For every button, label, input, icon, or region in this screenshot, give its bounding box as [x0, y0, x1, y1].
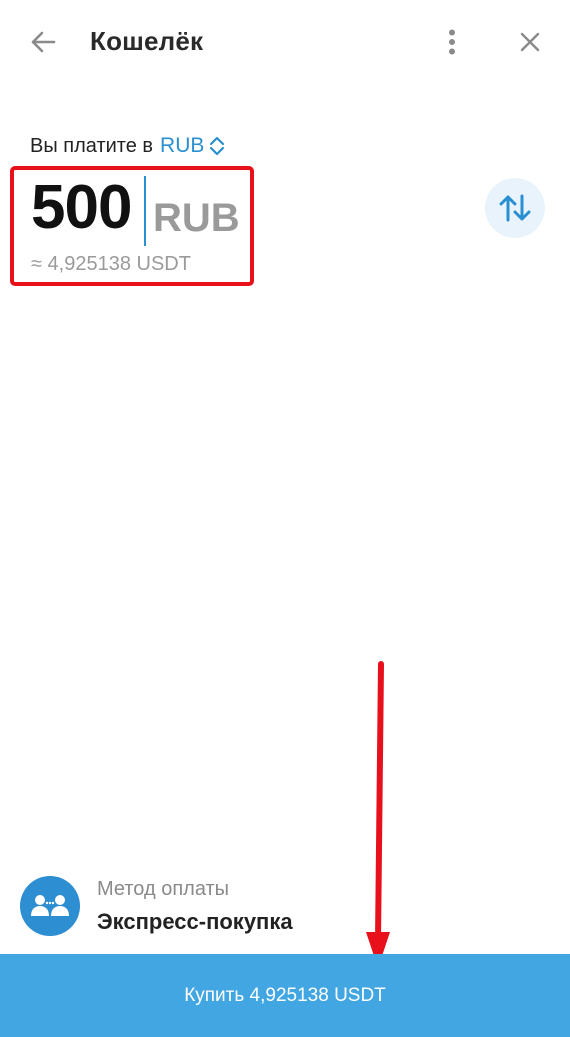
close-icon — [520, 32, 540, 52]
method-caption: Метод оплаты — [97, 878, 230, 900]
payment-method-row[interactable]: Метод оплаты Экспресс-покупка — [18, 872, 558, 940]
page-title: Кошелёк — [90, 26, 204, 56]
method-avatar — [20, 876, 80, 936]
header: Кошелёк — [0, 0, 570, 86]
wallet-page: Кошелёк Вы платите в RUB 500 RUB ≈ 4,925… — [0, 0, 570, 1037]
currency-code: RUB — [160, 134, 205, 157]
buy-button[interactable]: Купить 4,925138 USDT — [0, 954, 570, 1037]
text-caret — [144, 176, 146, 246]
amount-currency: RUB — [153, 196, 240, 240]
swap-vertical-icon — [499, 194, 531, 222]
arrow-left-icon — [31, 31, 56, 53]
currency-selector[interactable]: RUB — [160, 134, 225, 158]
amount-input[interactable]: 500 — [31, 172, 132, 244]
more-vertical-icon — [449, 29, 455, 55]
more-menu-button[interactable] — [432, 20, 472, 64]
close-button[interactable] — [508, 20, 552, 64]
pay-label: Вы платите в — [30, 134, 154, 157]
users-transfer-icon — [31, 895, 69, 916]
chevron-up-down-icon — [210, 136, 225, 156]
back-button[interactable] — [18, 20, 68, 64]
amount-highlight: 500 RUB ≈ 4,925138 USDT — [10, 166, 254, 286]
method-value: Экспресс-покупка — [97, 909, 293, 934]
pay-currency-row: Вы платите в RUB — [30, 134, 225, 158]
converted-amount: ≈ 4,925138 USDT — [31, 253, 191, 275]
swap-button[interactable] — [485, 178, 545, 238]
